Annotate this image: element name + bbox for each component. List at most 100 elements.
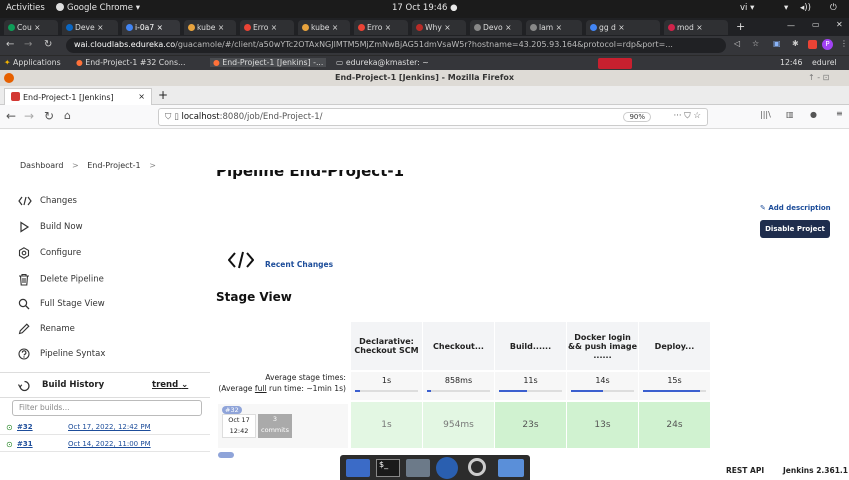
remote-user[interactable]: edurel (812, 58, 837, 67)
search-icon[interactable] (468, 458, 486, 476)
chrome-close-button[interactable]: ✕ (836, 20, 843, 29)
rest-api-link[interactable]: REST API (726, 466, 764, 475)
volume-icon[interactable]: ◂)) (800, 3, 811, 13)
firefox-menu-icon[interactable]: ≡ (836, 109, 843, 118)
chrome-tab-label: Deve × (75, 23, 104, 32)
firefox-address-bar[interactable]: ⛉ ▯ localhost:8080/job/End-Project-1/ 90… (158, 108, 708, 126)
chrome-minimize-button[interactable]: — (787, 21, 795, 30)
new-tab-button[interactable]: + (736, 20, 745, 33)
sidebar-item-changes[interactable]: Changes (18, 196, 77, 207)
stage-progress-bar (427, 390, 490, 392)
breadcrumb-project[interactable]: End-Project-1 (87, 161, 140, 170)
build-date-box: Oct 17 12:42 (222, 414, 256, 438)
app-menu[interactable]: Google Chrome ▾ (56, 3, 140, 13)
breadcrumb-chevron-icon[interactable]: > (149, 161, 156, 170)
sidebar-item-pipeline-syntax[interactable]: Pipeline Syntax (18, 348, 105, 360)
build-link[interactable]: #31 (17, 440, 33, 448)
files-icon[interactable] (406, 459, 430, 477)
build-date-link[interactable]: Oct 14, 2022, 11:00 PM (68, 440, 151, 448)
next-build-badge[interactable] (218, 452, 234, 458)
taskbar-item-terminal[interactable]: ▭ edureka@kmaster: ~ (336, 58, 429, 67)
wifi-icon[interactable]: ▾ (784, 3, 788, 13)
firefox-home-button[interactable]: ⌂ (64, 109, 71, 122)
sidebar-item-label: Delete Pipeline (40, 274, 104, 285)
add-description-link[interactable]: ✎ Add description (760, 204, 831, 212)
chrome-tab-label: kube × (311, 23, 339, 32)
stage-cell[interactable]: 24s (639, 402, 711, 448)
bookmark-star-icon[interactable]: ☆ (752, 39, 759, 48)
firefox-reload-button[interactable]: ↻ (44, 109, 54, 123)
chrome-tab[interactable]: Why × (412, 20, 466, 35)
firefox-forward-button[interactable]: → (24, 109, 34, 123)
chrome-tab[interactable]: mod × (664, 20, 728, 35)
desktop-icon[interactable] (346, 459, 370, 477)
activities-button[interactable]: Activities (6, 3, 45, 13)
chrome-tab[interactable]: Cou × (4, 20, 58, 35)
firefox-logo-icon (4, 73, 14, 83)
folder-icon[interactable] (498, 459, 524, 477)
sidebar-item-full-stage-view[interactable]: Full Stage View (18, 298, 105, 310)
chrome-maximize-button[interactable]: ▭ (812, 20, 820, 29)
browser-icon[interactable] (436, 457, 458, 479)
extension-red-icon[interactable] (808, 40, 817, 49)
commits-box[interactable]: 3 commits (258, 414, 292, 438)
chrome-tab[interactable]: Devo × (470, 20, 522, 35)
firefox-tray-icon[interactable] (598, 58, 632, 69)
stage-cell[interactable]: 13s (567, 402, 639, 448)
firefox-back-button[interactable]: ← (6, 109, 16, 123)
sidebar-item-build-now[interactable]: Build Now (18, 221, 83, 233)
firefox-tab-jenkins[interactable]: End-Project-1 [Jenkins] × (4, 88, 152, 105)
sidebar-item-rename[interactable]: Rename (18, 323, 75, 335)
disable-project-button[interactable]: Disable Project (760, 220, 830, 238)
profile-avatar[interactable]: P (822, 39, 833, 50)
stage-cell[interactable]: 954ms (423, 402, 495, 448)
chrome-tab[interactable]: lam × (526, 20, 582, 35)
taskbar-item-console[interactable]: ● End-Project-1 #32 Cons... (76, 58, 185, 67)
stage-cell[interactable]: 1s (351, 402, 423, 448)
chrome-back-button[interactable]: ← (6, 39, 14, 50)
stage-cell[interactable]: 23s (495, 402, 567, 448)
filter-builds-input[interactable]: Filter builds... (12, 400, 202, 416)
library-icon[interactable]: |||\ (760, 110, 771, 119)
extension-icon[interactable]: ▣ (773, 39, 781, 48)
recent-changes-link[interactable]: Recent Changes (265, 260, 333, 269)
chrome-forward-button[interactable]: → (24, 39, 32, 50)
chrome-tab[interactable]: Deve × (62, 20, 118, 35)
chrome-tab[interactable]: Erro × (354, 20, 408, 35)
share-icon[interactable]: ◁ (734, 39, 740, 48)
zoom-level[interactable]: 90% (623, 112, 651, 122)
build-badge[interactable]: #32 (222, 406, 242, 414)
stage-header: Declarative: Checkout SCM (351, 322, 423, 370)
firefox-tab-close-icon[interactable]: × (138, 92, 145, 101)
chrome-tab[interactable]: gg d × (586, 20, 660, 35)
full-run-link[interactable]: full (255, 384, 267, 393)
build-link[interactable]: #32 (17, 423, 33, 431)
sidebar-item-delete-pipeline[interactable]: Delete Pipeline (18, 273, 104, 286)
chrome-tab[interactable]: kube × (298, 20, 350, 35)
firefox-new-tab-button[interactable]: + (158, 88, 168, 102)
terminal-icon[interactable]: $_ (376, 459, 400, 477)
taskbar-item-jenkins[interactable]: ● End-Project-1 [Jenkins] -... (210, 58, 327, 67)
trend-link[interactable]: trend ⌄ (152, 380, 188, 390)
power-icon[interactable]: ⏻ (830, 3, 837, 13)
chrome-reload-button[interactable]: ↻ (44, 39, 52, 50)
system-clock[interactable]: 17 Oct 19:46 ● (392, 3, 458, 13)
stage-header: Build...... (495, 322, 567, 370)
keyboard-layout[interactable]: vi ▾ (740, 3, 754, 13)
chrome-address-bar[interactable]: wai.cloudlabs.edureka.co/guacamole/#/cli… (66, 38, 726, 53)
build-date-link[interactable]: Oct 17, 2022, 12:42 PM (68, 423, 151, 431)
extensions-puzzle-icon[interactable]: ✱ (792, 39, 799, 48)
jenkins-version-link[interactable]: Jenkins 2.361.1 (783, 466, 848, 475)
chrome-tab[interactable]: kube × (184, 20, 236, 35)
chrome-menu-icon[interactable]: ⋮ (840, 39, 848, 48)
breadcrumb-dashboard[interactable]: Dashboard (20, 161, 63, 170)
firefox-window-controls[interactable]: ↑ - ⊡ (808, 70, 829, 86)
chrome-tab[interactable]: i-0a7 × (122, 20, 180, 35)
sidebar-item-configure[interactable]: Configure (18, 247, 81, 259)
page-actions[interactable]: ··· ⛉ ☆ (673, 111, 701, 121)
chrome-tab[interactable]: Erro × (240, 20, 294, 35)
sidebar-toggle-icon[interactable]: ▥ (786, 110, 794, 119)
applications-menu[interactable]: ✦ Applications (4, 58, 61, 67)
extension-icon[interactable]: ● (810, 110, 817, 119)
build-history-title: Build History (42, 380, 105, 390)
